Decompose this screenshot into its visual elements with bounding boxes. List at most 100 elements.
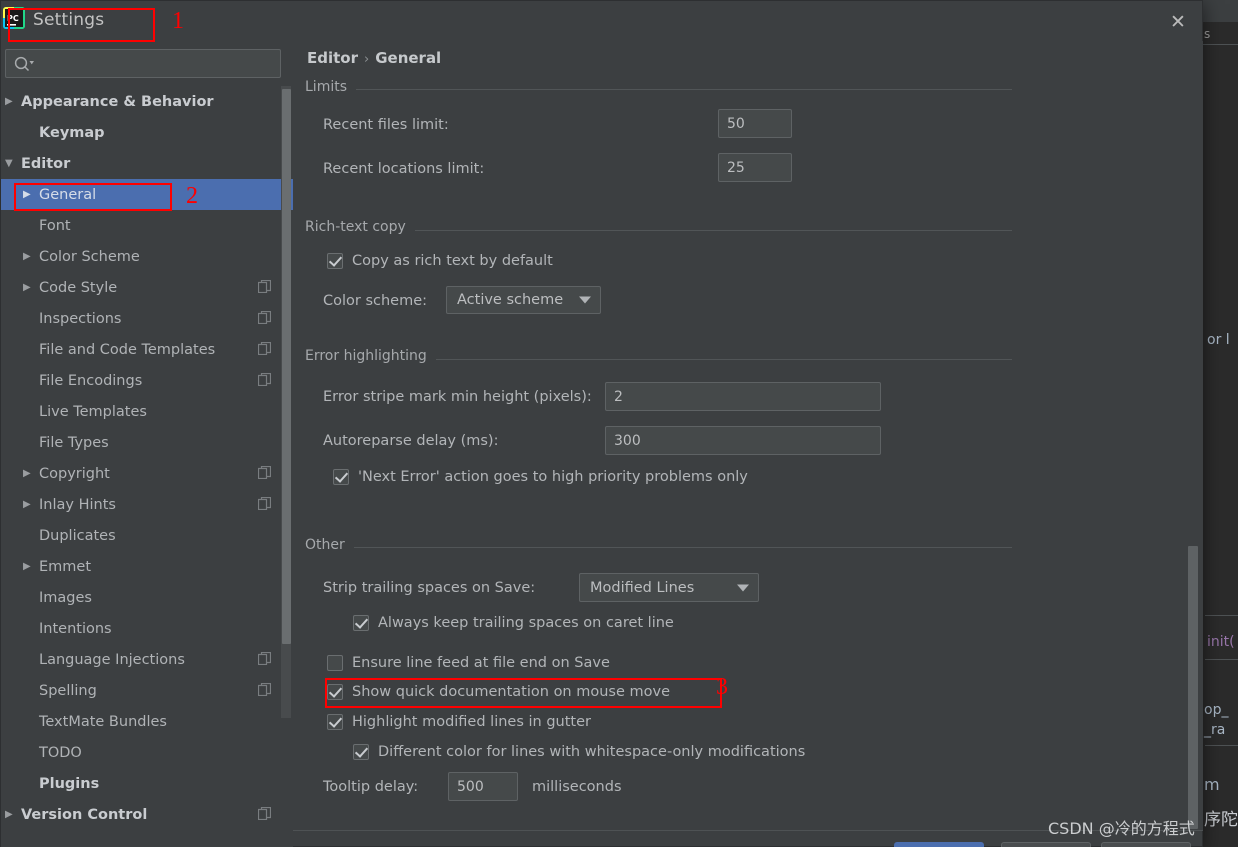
section-rule	[435, 359, 1012, 360]
chevron-right-icon[interactable]: ▶	[23, 561, 39, 572]
next-error-checkbox-row[interactable]: 'Next Error' action goes to high priorit…	[333, 469, 748, 485]
section-title-other: Other	[305, 537, 354, 553]
sidebar-item-file-types[interactable]: File Types	[1, 427, 293, 458]
breadcrumb-current: General	[375, 49, 442, 67]
sidebar-item-label: Live Templates	[39, 403, 147, 420]
sidebar-item-inspections[interactable]: Inspections	[1, 303, 293, 334]
chevron-right-icon[interactable]: ▶	[23, 189, 39, 200]
strip-trailing-spaces-dropdown[interactable]: Modified Lines	[579, 573, 759, 602]
sidebar-item-language-injections[interactable]: Language Injections	[1, 644, 293, 675]
sidebar-item-live-templates[interactable]: Live Templates	[1, 396, 293, 427]
breadcrumb-parent[interactable]: Editor	[307, 49, 358, 67]
next-error-label: 'Next Error' action goes to high priorit…	[358, 469, 748, 485]
sidebar-item-textmate-bundles[interactable]: TextMate Bundles	[1, 706, 293, 737]
chevron-right-icon[interactable]: ▶	[23, 468, 39, 479]
chevron-right-icon[interactable]: ▶	[23, 282, 39, 293]
section-title-rich-text-copy: Rich-text copy	[305, 219, 415, 235]
different-color-checkbox[interactable]	[353, 744, 369, 760]
apply-button[interactable]	[1101, 842, 1191, 847]
sidebar-item-file-and-code-templates[interactable]: File and Code Templates	[1, 334, 293, 365]
recent-files-limit-input[interactable]	[718, 109, 792, 138]
chevron-down-icon	[579, 296, 591, 304]
sidebar-item-label: TODO	[39, 744, 82, 761]
close-icon[interactable]: ✕	[1164, 9, 1192, 35]
sidebar-item-label: File and Code Templates	[39, 341, 216, 358]
settings-search-box[interactable]	[5, 49, 281, 78]
breadcrumb: Editor › General	[307, 49, 441, 67]
copy-settings-icon	[257, 682, 272, 697]
sidebar-item-general[interactable]: ▶ General	[1, 179, 293, 210]
section-rule	[353, 547, 1012, 548]
background-code-line: init(	[1207, 634, 1235, 650]
sidebar-item-code-style[interactable]: ▶ Code Style	[1, 272, 293, 303]
chevron-right-icon[interactable]: ▶	[23, 251, 39, 262]
sidebar-item-font[interactable]: Font	[1, 210, 293, 241]
annotation-number-2: 2	[186, 183, 198, 209]
sidebar-item-todo[interactable]: TODO	[1, 737, 293, 768]
sidebar-item-label: General	[39, 186, 97, 203]
sidebar-item-label: Duplicates	[39, 527, 116, 544]
sidebar-item-keymap[interactable]: Keymap	[1, 117, 293, 148]
color-scheme-dropdown[interactable]: Active scheme	[446, 286, 601, 314]
recent-locations-limit-label: Recent locations limit:	[323, 161, 485, 177]
ensure-line-feed-checkbox[interactable]	[327, 655, 343, 671]
section-title-error-highlighting: Error highlighting	[305, 348, 436, 364]
copy-settings-icon	[257, 496, 272, 511]
sidebar-item-images[interactable]: Images	[1, 582, 293, 613]
tooltip-delay-input[interactable]	[448, 772, 518, 801]
panel-scrollbar-thumb[interactable]	[1188, 546, 1198, 829]
chevron-right-icon[interactable]: ▶	[5, 96, 21, 107]
background-code-line: m	[1204, 775, 1220, 794]
next-error-checkbox[interactable]	[333, 469, 349, 485]
copy-as-rich-text-checkbox[interactable]	[327, 253, 343, 269]
highlight-gutter-checkbox[interactable]	[327, 714, 343, 730]
highlight-gutter-checkbox-row[interactable]: Highlight modified lines in gutter	[327, 714, 591, 730]
chevron-right-icon[interactable]: ▶	[23, 499, 39, 510]
sidebar-item-intentions[interactable]: Intentions	[1, 613, 293, 644]
sidebar-item-label: File Types	[39, 434, 109, 451]
sidebar-item-label: TextMate Bundles	[39, 713, 167, 730]
search-input[interactable]	[38, 50, 276, 77]
background-text-fragment: or l	[1207, 332, 1230, 348]
sidebar-item-file-encodings[interactable]: File Encodings	[1, 365, 293, 396]
settings-category-tree[interactable]: ▶ Appearance & Behavior Keymap ▼ Editor ▶ Gene…	[1, 86, 293, 847]
sidebar-item-label: Font	[39, 217, 71, 234]
sidebar-item-version-control[interactable]: ▶ Version Control	[1, 799, 293, 830]
sidebar-item-editor[interactable]: ▼ Editor	[1, 148, 293, 179]
quick-documentation-checkbox-row[interactable]: Show quick documentation on mouse move	[327, 684, 670, 700]
ok-button[interactable]	[894, 842, 984, 847]
different-color-checkbox-row[interactable]: Different color for lines with whitespac…	[353, 744, 805, 760]
sidebar-scrollbar-thumb[interactable]	[282, 89, 291, 644]
sidebar-item-duplicates[interactable]: Duplicates	[1, 520, 293, 551]
chevron-down-icon[interactable]: ▼	[5, 158, 21, 169]
sidebar-item-color-scheme[interactable]: ▶ Color Scheme	[1, 241, 293, 272]
sidebar-item-inlay-hints[interactable]: ▶ Inlay Hints	[1, 489, 293, 520]
ensure-line-feed-checkbox-row[interactable]: Ensure line feed at file end on Save	[327, 655, 610, 671]
cancel-button[interactable]	[1001, 842, 1091, 847]
copy-as-rich-text-checkbox-row[interactable]: Copy as rich text by default	[327, 253, 553, 269]
keep-trailing-spaces-label: Always keep trailing spaces on caret lin…	[378, 615, 674, 631]
copy-settings-icon	[257, 651, 272, 666]
sidebar-item-copyright[interactable]: ▶ Copyright	[1, 458, 293, 489]
sidebar-item-label: File Encodings	[39, 372, 143, 389]
section-title-limits: Limits	[305, 79, 356, 95]
sidebar-item-appearance-behavior[interactable]: ▶ Appearance & Behavior	[1, 86, 293, 117]
chevron-right-icon[interactable]: ▶	[5, 809, 21, 820]
sidebar-item-emmet[interactable]: ▶ Emmet	[1, 551, 293, 582]
quick-documentation-label: Show quick documentation on mouse move	[352, 684, 671, 700]
sidebar-item-plugins[interactable]: Plugins	[1, 768, 293, 799]
autoreparse-delay-input[interactable]	[605, 426, 881, 455]
sidebar-item-label: Keymap	[39, 124, 105, 141]
keep-trailing-spaces-checkbox-row[interactable]: Always keep trailing spaces on caret lin…	[353, 615, 674, 631]
dialog-title: Settings	[33, 10, 105, 30]
quick-documentation-checkbox[interactable]	[327, 684, 343, 700]
color-scheme-value: Active scheme	[457, 292, 564, 308]
keep-trailing-spaces-checkbox[interactable]	[353, 615, 369, 631]
annotation-number-1: 1	[172, 8, 184, 34]
sidebar-item-label: Emmet	[39, 558, 92, 575]
recent-locations-limit-input[interactable]	[718, 153, 792, 182]
sidebar-item-label: Inspections	[39, 310, 122, 327]
sidebar-item-spelling[interactable]: Spelling	[1, 675, 293, 706]
error-stripe-input[interactable]	[605, 382, 881, 411]
background-tab-label: s	[1204, 27, 1211, 41]
